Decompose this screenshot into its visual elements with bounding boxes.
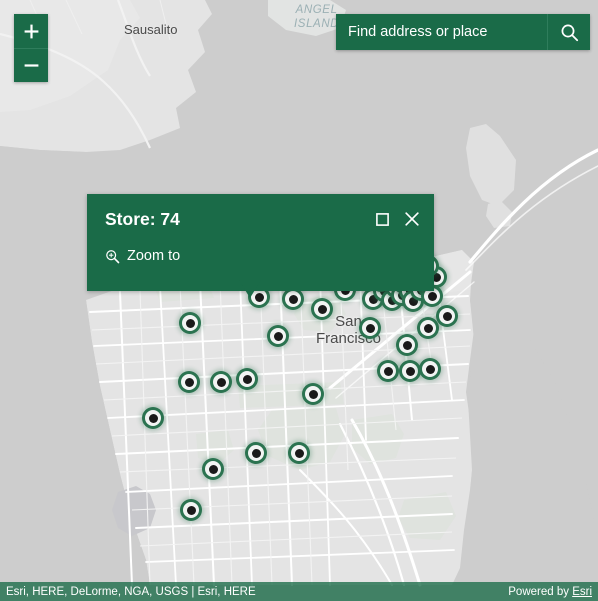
zoom-in-button[interactable] xyxy=(14,14,48,48)
magnifier-plus-icon xyxy=(106,249,120,263)
map-marker[interactable] xyxy=(399,360,421,382)
map-canvas[interactable]: Sausalito ANGEL ISLAND San Francisco xyxy=(0,0,598,601)
map-marker[interactable] xyxy=(210,371,232,393)
popup-pointer xyxy=(239,280,261,298)
map-marker[interactable] xyxy=(282,288,304,310)
map-marker[interactable] xyxy=(179,312,201,334)
search-widget xyxy=(336,14,590,50)
map-marker[interactable] xyxy=(417,317,439,339)
zoom-to-button[interactable]: Zoom to xyxy=(105,248,180,264)
maximize-button[interactable] xyxy=(374,211,390,227)
close-icon xyxy=(405,212,419,226)
map-marker[interactable] xyxy=(436,305,458,327)
zoom-controls xyxy=(14,14,48,82)
plus-icon xyxy=(24,24,38,38)
map-marker[interactable] xyxy=(302,383,324,405)
map-application: Sausalito ANGEL ISLAND San Francisco Fin… xyxy=(0,0,598,601)
map-marker[interactable] xyxy=(202,458,224,480)
attribution-powered-by: Powered by Esri xyxy=(508,586,592,598)
zoom-out-button[interactable] xyxy=(14,48,48,82)
map-marker[interactable] xyxy=(245,442,267,464)
esri-link[interactable]: Esri xyxy=(572,586,592,598)
popup-actions xyxy=(374,208,420,227)
map-marker[interactable] xyxy=(288,442,310,464)
close-button[interactable] xyxy=(404,211,420,227)
map-marker[interactable] xyxy=(359,317,381,339)
powered-by-label: Powered by xyxy=(508,585,573,598)
map-marker[interactable] xyxy=(178,371,200,393)
map-marker[interactable] xyxy=(419,358,441,380)
map-marker[interactable] xyxy=(377,360,399,382)
map-marker[interactable] xyxy=(180,499,202,521)
minus-icon xyxy=(24,64,38,67)
map-marker[interactable] xyxy=(311,298,333,320)
popup-title: Store: 74 xyxy=(105,209,180,229)
zoom-to-label: Zoom to xyxy=(127,248,181,264)
map-marker[interactable] xyxy=(396,334,418,356)
map-marker[interactable] xyxy=(142,407,164,429)
map-marker[interactable] xyxy=(236,368,258,390)
search-icon xyxy=(561,24,578,41)
search-button[interactable] xyxy=(547,14,590,50)
popup-header: Store: 74 xyxy=(87,194,434,230)
attribution-bar: Esri, HERE, DeLorme, NGA, USGS | Esri, H… xyxy=(0,582,598,601)
maximize-icon xyxy=(375,212,389,226)
map-marker[interactable] xyxy=(267,325,289,347)
attribution-sources: Esri, HERE, DeLorme, NGA, USGS | Esri, H… xyxy=(6,585,256,598)
search-input[interactable] xyxy=(336,14,547,50)
feature-popup: Store: 74 Zoom to xyxy=(87,194,434,298)
